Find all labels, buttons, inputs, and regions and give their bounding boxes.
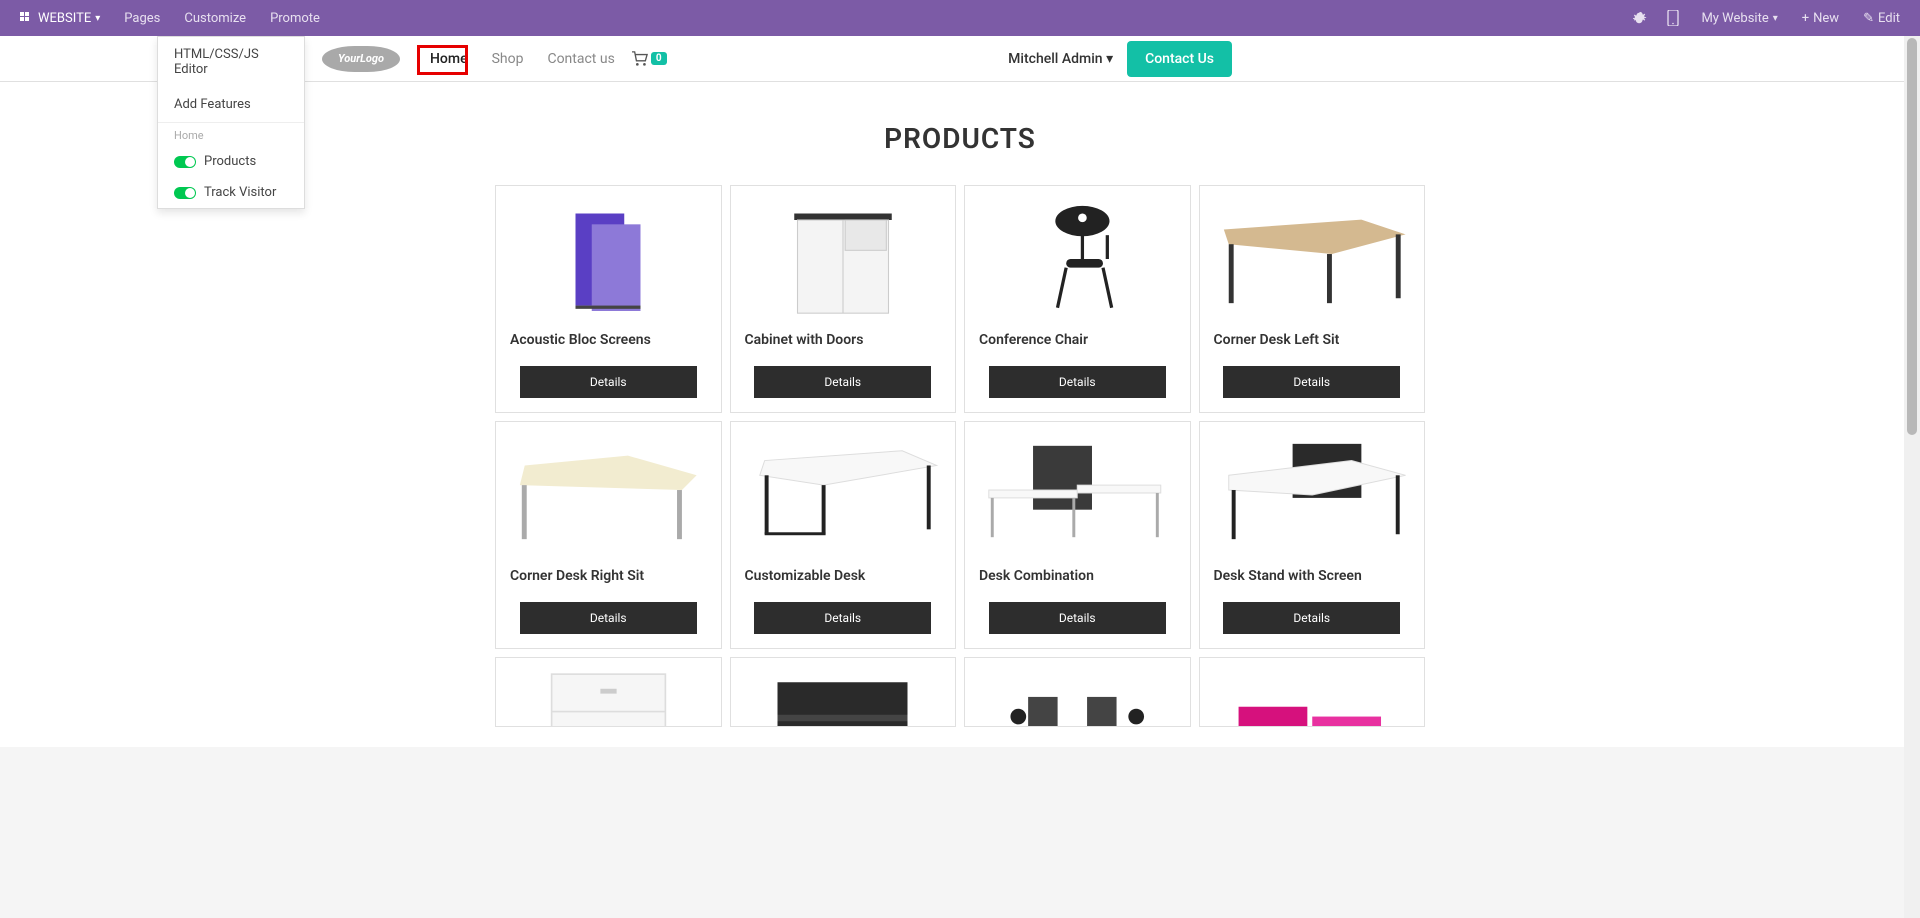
product-name: Corner Desk Right Sit <box>510 568 707 584</box>
bug-icon[interactable] <box>1623 0 1657 36</box>
top-bar: WEBSITE ▾ Pages Customize Promote My Web… <box>0 0 1920 36</box>
products-grid: Acoustic Bloc Screens Details Cabinet wi… <box>495 185 1425 727</box>
product-card <box>730 657 957 727</box>
plus-icon: + <box>1802 11 1809 26</box>
product-image[interactable] <box>1214 194 1411 324</box>
pencil-icon: ✎ <box>1863 11 1874 26</box>
caret-down-icon: ▾ <box>1106 51 1113 67</box>
cart-button[interactable]: 0 <box>631 51 667 67</box>
product-card: Customizable Desk Details <box>730 421 957 649</box>
details-button[interactable]: Details <box>1223 602 1400 634</box>
nav-home[interactable]: Home <box>418 43 480 75</box>
product-image[interactable] <box>510 666 707 727</box>
product-name: Corner Desk Left Sit <box>1214 332 1411 348</box>
product-card <box>1199 657 1426 727</box>
dropdown-toggle-track-visitor[interactable]: Track Visitor <box>158 177 304 208</box>
details-button[interactable]: Details <box>754 366 931 398</box>
dropdown-add-features[interactable]: Add Features <box>158 87 304 122</box>
new-button[interactable]: +New <box>1790 0 1851 36</box>
product-image[interactable] <box>745 194 942 324</box>
product-card <box>495 657 722 727</box>
details-button[interactable]: Details <box>754 602 931 634</box>
product-name: Desk Combination <box>979 568 1176 584</box>
mobile-icon[interactable] <box>1657 0 1689 36</box>
product-image[interactable] <box>1214 666 1411 727</box>
product-card: Corner Desk Left Sit Details <box>1199 185 1426 413</box>
dropdown-toggle-products[interactable]: Products <box>158 146 304 177</box>
caret-down-icon: ▾ <box>95 13 100 24</box>
product-card: Acoustic Bloc Screens Details <box>495 185 722 413</box>
customize-menu[interactable]: Customize <box>172 0 258 36</box>
product-card: Corner Desk Right Sit Details <box>495 421 722 649</box>
product-image[interactable] <box>745 430 942 560</box>
product-name: Customizable Desk <box>745 568 942 584</box>
product-card: Conference Chair Details <box>964 185 1191 413</box>
website-label: WEBSITE <box>38 11 91 26</box>
dropdown-section-home: Home <box>158 123 304 146</box>
cart-icon <box>631 51 649 67</box>
product-image[interactable] <box>979 666 1176 727</box>
pages-menu[interactable]: Pages <box>112 0 172 36</box>
product-card: Desk Stand with Screen Details <box>1199 421 1426 649</box>
product-card: Cabinet with Doors Details <box>730 185 957 413</box>
dropdown-html-editor[interactable]: HTML/CSS/JS Editor <box>158 37 304 87</box>
edit-button[interactable]: ✎Edit <box>1851 0 1912 36</box>
product-image[interactable] <box>745 666 942 727</box>
toggle-on-icon <box>174 156 196 168</box>
details-button[interactable]: Details <box>520 366 697 398</box>
user-menu[interactable]: Mitchell Admin ▾ <box>1008 51 1113 67</box>
website-menu[interactable]: WEBSITE ▾ <box>8 0 112 36</box>
product-image[interactable] <box>510 194 707 324</box>
product-name: Acoustic Bloc Screens <box>510 332 707 348</box>
my-website-menu[interactable]: My Website▾ <box>1689 0 1789 36</box>
site-logo[interactable]: YourLogo <box>322 46 400 72</box>
toggle-track-visitor-label: Track Visitor <box>204 185 276 200</box>
product-card <box>964 657 1191 727</box>
product-image[interactable] <box>510 430 707 560</box>
apps-icon <box>20 12 32 24</box>
scrollbar[interactable] <box>1904 36 1920 918</box>
cart-count: 0 <box>651 52 667 65</box>
promote-menu[interactable]: Promote <box>258 0 332 36</box>
customize-dropdown: HTML/CSS/JS Editor Add Features Home Pro… <box>157 36 305 209</box>
details-button[interactable]: Details <box>989 366 1166 398</box>
product-image[interactable] <box>979 430 1176 560</box>
product-image[interactable] <box>979 194 1176 324</box>
caret-down-icon: ▾ <box>1773 13 1778 24</box>
product-card: Desk Combination Details <box>964 421 1191 649</box>
toggle-on-icon <box>174 187 196 199</box>
product-name: Conference Chair <box>979 332 1176 348</box>
details-button[interactable]: Details <box>989 602 1166 634</box>
product-name: Desk Stand with Screen <box>1214 568 1411 584</box>
nav-contact[interactable]: Contact us <box>535 43 626 75</box>
product-image[interactable] <box>1214 430 1411 560</box>
product-name: Cabinet with Doors <box>745 332 942 348</box>
nav-shop[interactable]: Shop <box>480 43 536 75</box>
contact-us-button[interactable]: Contact Us <box>1127 41 1232 77</box>
toggle-products-label: Products <box>204 154 256 169</box>
details-button[interactable]: Details <box>1223 366 1400 398</box>
details-button[interactable]: Details <box>520 602 697 634</box>
